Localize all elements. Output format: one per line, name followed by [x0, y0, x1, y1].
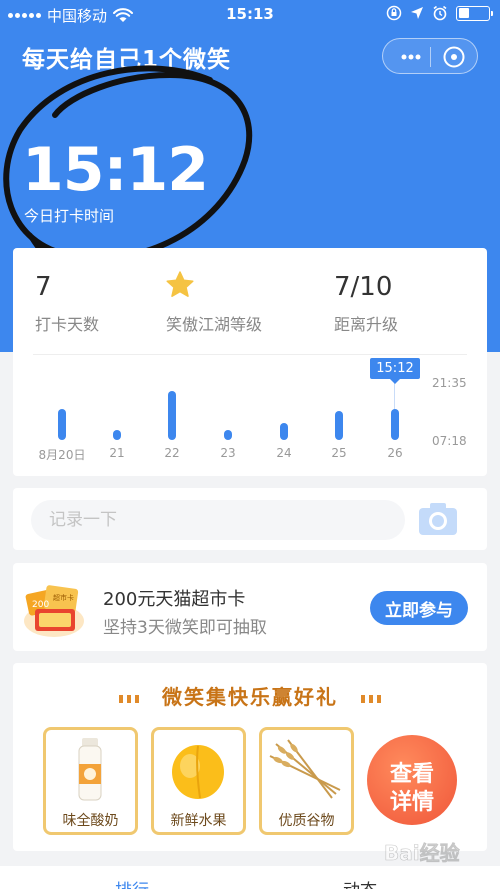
x-tick-label: 25 — [331, 446, 347, 460]
checkin-time-chart: 15:12 21:35 07:18 8月20日 21 22 23 24 25 26 — [13, 354, 487, 476]
y-tick-label: 07:18 — [432, 434, 467, 448]
gift-card-text: 超市卡 — [53, 593, 74, 602]
chart-bar — [280, 423, 288, 440]
chart-bar — [391, 408, 399, 440]
join-now-button[interactable]: 立即参与 — [370, 591, 468, 625]
promo-card: 200 超市卡 200元天猫超市卡 坚持3天微笑即可抽取 立即参与 — [13, 563, 487, 651]
chart-bar — [58, 408, 66, 440]
promo-subtitle: 坚持3天微笑即可抽取 — [103, 618, 267, 638]
more-icon[interactable] — [393, 39, 429, 75]
x-tick-label: 8月20日 — [38, 448, 86, 462]
chart-bar — [113, 429, 121, 440]
detail-line-1: 查看 — [389, 761, 434, 787]
tab-activity[interactable]: 动态 — [343, 876, 377, 889]
title-decoration-right-icon — [360, 694, 381, 703]
record-card — [13, 488, 487, 550]
reward-title-row: 微笑集快乐赢好礼 — [13, 681, 487, 710]
camera-icon[interactable] — [417, 501, 459, 537]
checkin-time: 15:12 — [22, 135, 209, 205]
chart-bar — [335, 411, 343, 440]
chart-bar — [224, 429, 232, 440]
status-bar: 中国移动 15:13 — [0, 0, 500, 30]
checkin-time-label: 今日打卡时间 — [24, 207, 115, 225]
close-mini-program-icon[interactable] — [436, 39, 472, 75]
app-title: 每天给自己1个微笑 — [22, 47, 232, 73]
stats-card: 7 打卡天数 笑傲江湖等级 7/10 距离升级 15:12 21:35 07:1… — [13, 248, 487, 476]
x-tick-label: 22 — [164, 446, 180, 460]
prize-label: 优质谷物 — [278, 813, 335, 829]
reward-card: 微笑集快乐赢好礼 味全酸奶 新鲜水果 优质谷物 查看 详情 — [13, 663, 487, 851]
highlight-time-bubble: 15:12 — [370, 358, 420, 384]
checkin-days-value: 7 — [35, 272, 52, 302]
prize-item-yogurt[interactable]: 味全酸奶 — [43, 727, 138, 835]
status-right — [386, 5, 493, 21]
capsule-divider — [430, 47, 431, 67]
title-decoration-left-icon — [119, 694, 140, 703]
alarm-icon — [433, 5, 447, 21]
level-label: 笑傲江湖等级 — [166, 315, 263, 334]
x-tick-label: 21 — [109, 446, 125, 460]
record-input[interactable] — [31, 500, 405, 540]
location-icon — [411, 7, 423, 19]
x-tick-label: 26 — [387, 446, 403, 460]
star-icon — [166, 271, 194, 297]
prize-item-grain[interactable]: 优质谷物 — [259, 727, 354, 835]
x-tick-label: 23 — [220, 446, 236, 460]
reward-title: 微笑集快乐赢好礼 — [162, 685, 338, 709]
chart-bar — [168, 390, 176, 440]
yogurt-bottle-icon — [78, 738, 102, 801]
wheat-grain-icon — [269, 739, 341, 799]
detail-line-2: 详情 — [389, 789, 434, 815]
gift-card-icon: 200 超市卡 — [24, 585, 84, 637]
checkin-days-label: 打卡天数 — [35, 315, 100, 334]
x-tick-label: 24 — [276, 446, 292, 460]
view-details-button[interactable]: 查看 详情 — [367, 735, 457, 825]
prize-item-fruit[interactable]: 新鲜水果 — [151, 727, 246, 835]
peach-fruit-icon — [172, 745, 224, 799]
upgrade-progress-label: 距离升级 — [334, 315, 399, 334]
orientation-lock-icon — [386, 5, 402, 21]
baidu-watermark-logo: Bai经验 — [384, 841, 460, 866]
gift-badge-text: 200 — [32, 600, 49, 610]
promo-title: 200元天猫超市卡 — [103, 589, 246, 610]
prize-label: 新鲜水果 — [170, 813, 227, 829]
svg-text:Bai经验: Bai经验 — [384, 841, 460, 865]
prize-label: 味全酸奶 — [62, 813, 119, 829]
tab-ranking[interactable]: 排行 — [115, 876, 149, 889]
battery-icon — [456, 5, 493, 21]
upgrade-progress-value: 7/10 — [334, 272, 393, 302]
mini-program-capsule — [382, 38, 478, 74]
y-tick-label: 21:35 — [432, 376, 467, 390]
